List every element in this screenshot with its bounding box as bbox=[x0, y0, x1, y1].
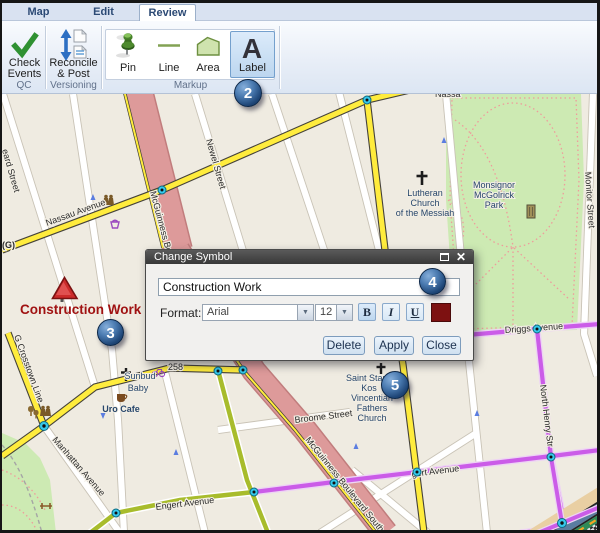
svg-text:Monsignor: Monsignor bbox=[473, 180, 515, 190]
svg-text:(G): (G) bbox=[2, 240, 15, 250]
svg-text:Lutheran: Lutheran bbox=[407, 188, 443, 198]
svg-text:Uro Cafe: Uro Cafe bbox=[102, 404, 140, 414]
svg-text:Fathers: Fathers bbox=[357, 403, 388, 413]
svg-text:258: 258 bbox=[168, 362, 183, 372]
svg-text:Nassa: Nassa bbox=[435, 94, 461, 99]
svg-text:Construction Work: Construction Work bbox=[20, 302, 142, 317]
svg-text:A: A bbox=[242, 33, 262, 64]
svg-text:Church: Church bbox=[410, 198, 439, 208]
svg-text:of the Messiah: of the Messiah bbox=[396, 208, 455, 218]
svg-text:Park: Park bbox=[485, 200, 504, 210]
svg-text:Kos: Kos bbox=[361, 383, 377, 393]
svg-text:Baby: Baby bbox=[128, 383, 149, 393]
svg-text:McGolrick: McGolrick bbox=[474, 190, 514, 200]
svg-text:Sunbud: Sunbud bbox=[124, 371, 155, 381]
svg-text:Church: Church bbox=[357, 413, 386, 423]
